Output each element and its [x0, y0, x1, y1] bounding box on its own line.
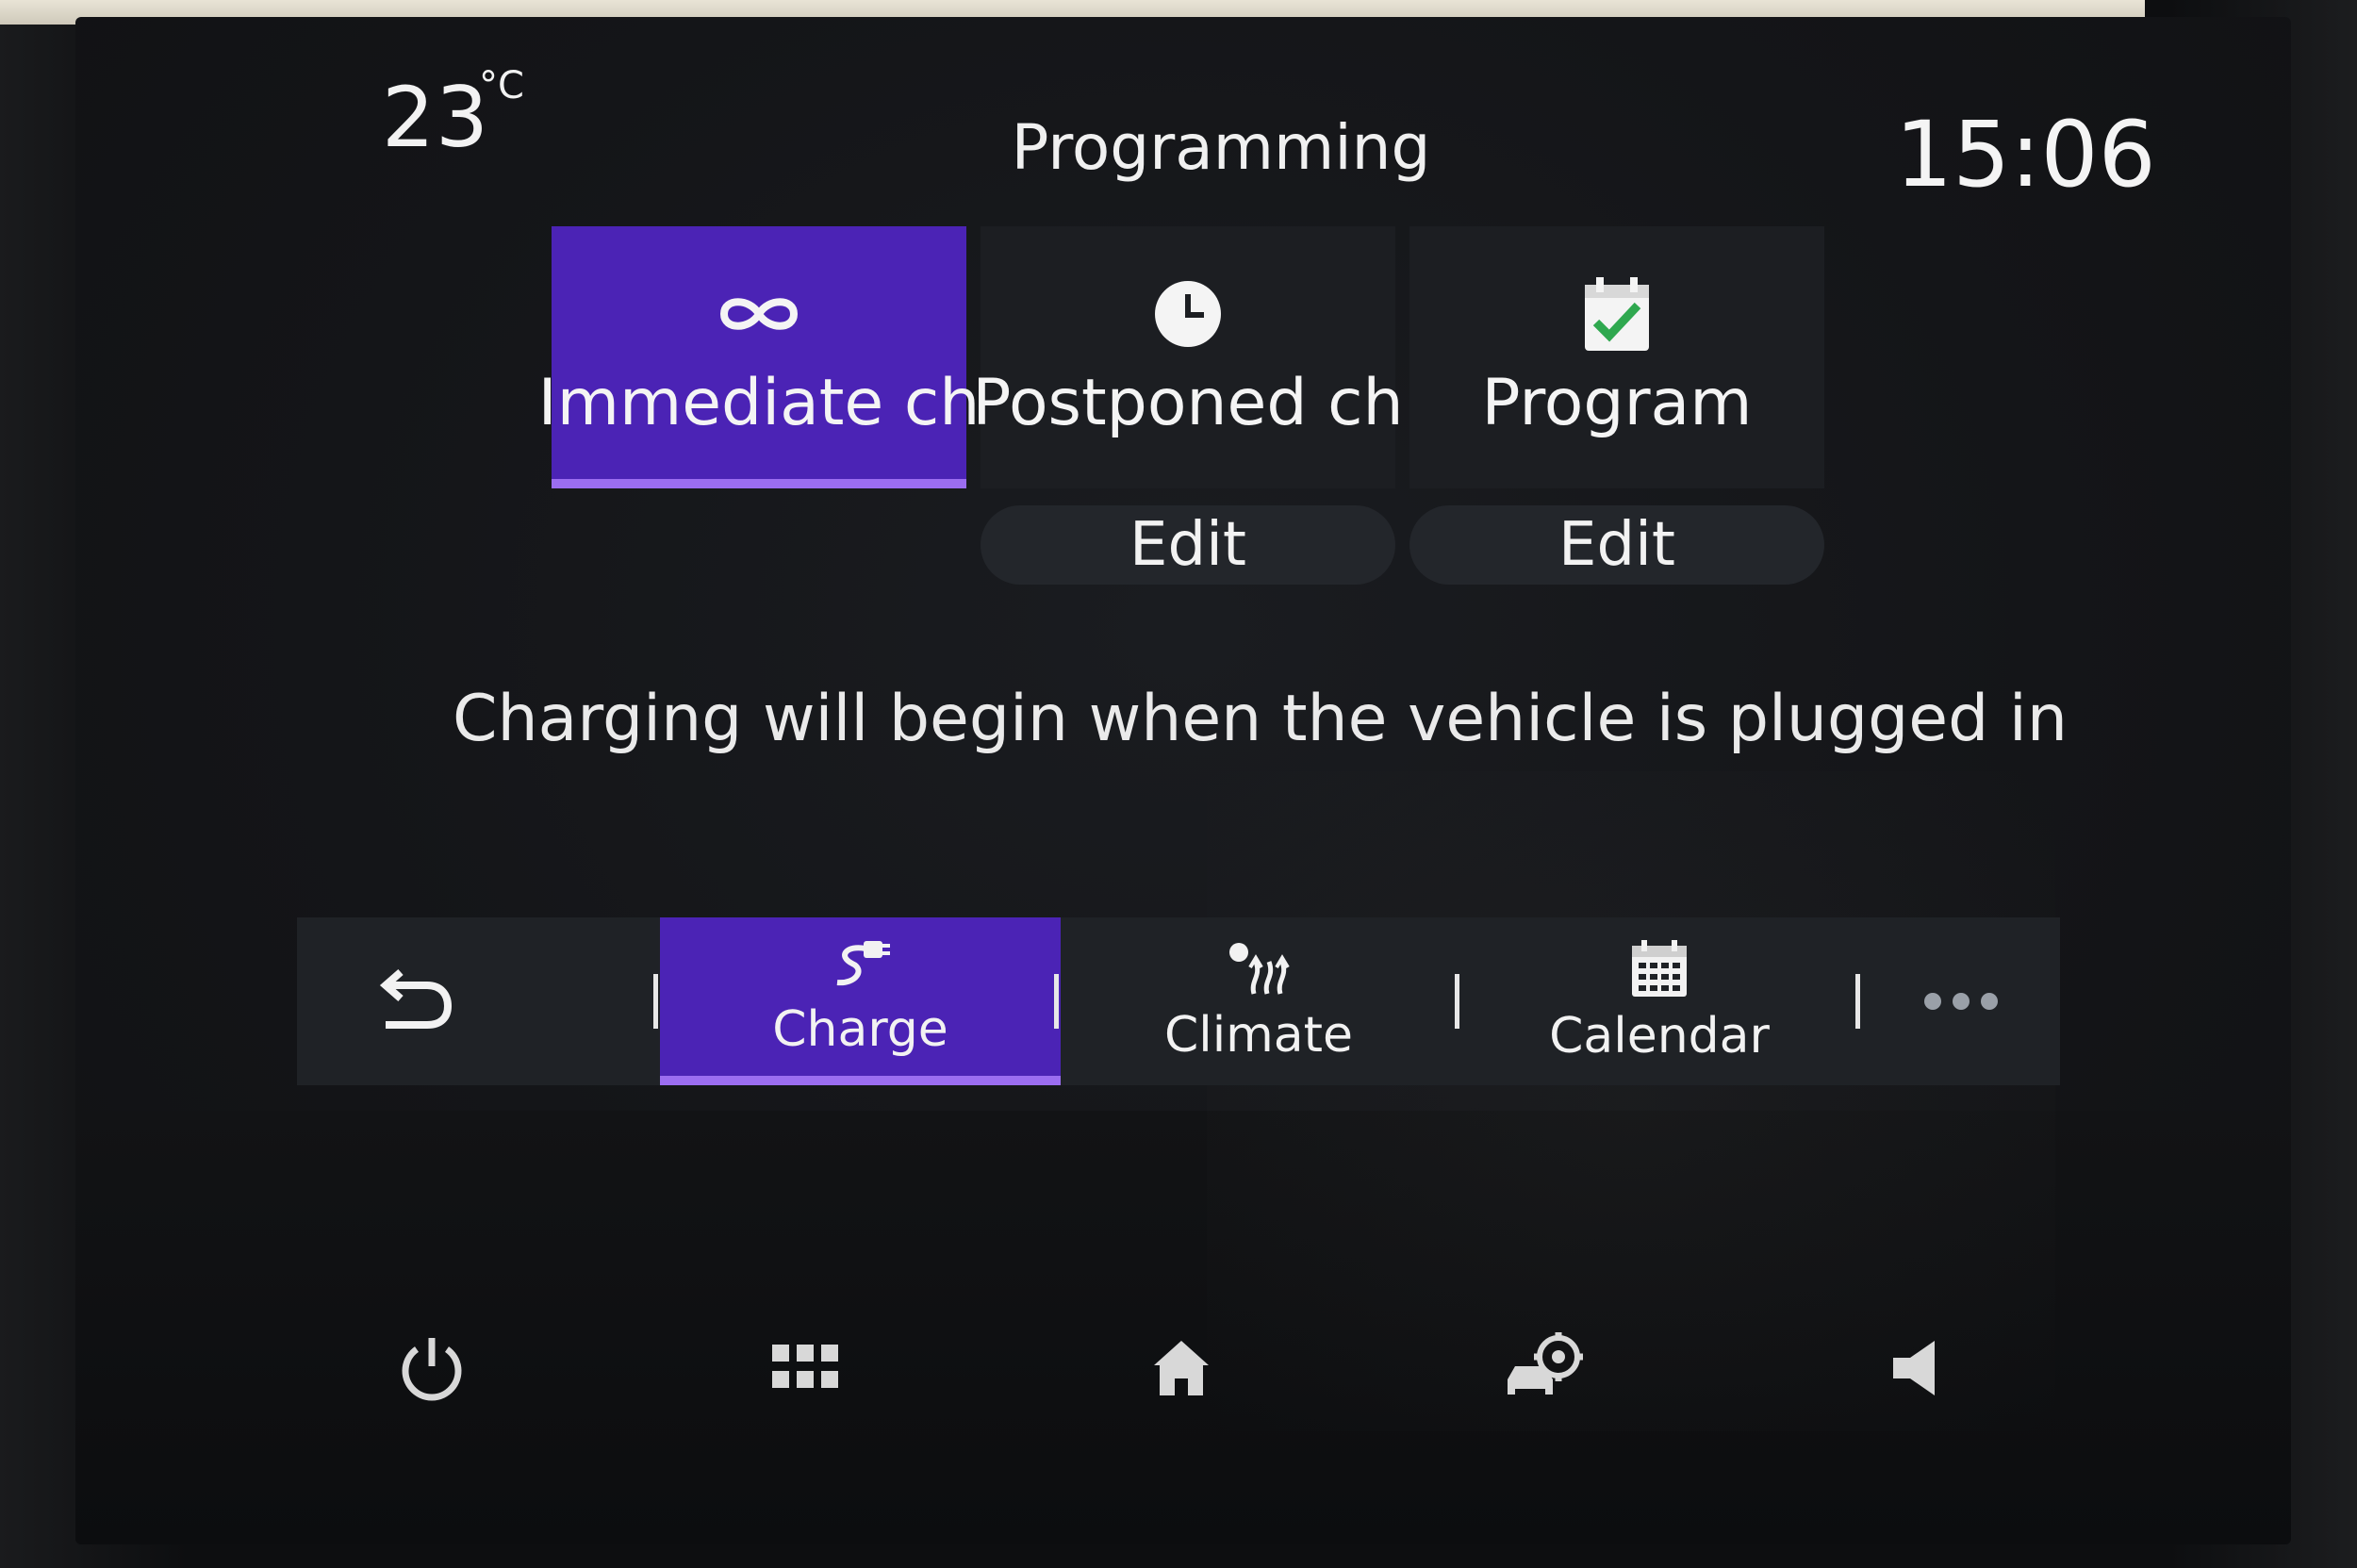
apps-button[interactable]	[764, 1328, 849, 1412]
mode-tab-immediate-charge[interactable]: Immediate ch	[538, 226, 980, 488]
mode-tab-label: Program	[1481, 366, 1753, 440]
tab-separator	[1855, 974, 1860, 1029]
volume-icon	[1889, 1337, 1942, 1403]
power-button[interactable]	[389, 1328, 474, 1412]
power-icon	[396, 1332, 468, 1408]
tab-charge[interactable]: Charge	[660, 917, 1061, 1085]
tab-climate-label: Climate	[1163, 1007, 1354, 1064]
volume-button[interactable]	[1873, 1328, 1958, 1412]
mode-tab-program[interactable]: Program	[1409, 226, 1824, 488]
tab-calendar[interactable]: Calendar	[1461, 917, 1857, 1085]
clock: 15:06	[1895, 102, 2156, 207]
tab-separator	[1455, 974, 1459, 1029]
car-settings-button[interactable]	[1502, 1328, 1587, 1412]
temperature-unit: °C	[479, 64, 524, 107]
home-button[interactable]	[1139, 1328, 1224, 1412]
infotainment-screen: 23 °C Programming 15:06 Immediate ch Pos…	[75, 17, 2291, 1544]
calendar-check-icon	[1583, 272, 1651, 356]
charging-status-message: Charging will begin when the vehicle is …	[453, 682, 2068, 756]
home-icon	[1150, 1337, 1212, 1403]
tab-calendar-label: Calendar	[1549, 1008, 1770, 1065]
tab-separator	[1054, 974, 1059, 1029]
climate-icon	[1226, 939, 1292, 1001]
program-edit-button[interactable]: Edit	[1409, 505, 1824, 585]
car-settings-icon	[1502, 1332, 1587, 1408]
more-button[interactable]	[1862, 917, 2060, 1085]
back-arrow-icon	[371, 966, 455, 1036]
calendar-icon	[1630, 938, 1689, 1002]
more-dots-icon	[1924, 993, 1998, 1010]
tab-climate[interactable]: Climate	[1061, 917, 1457, 1085]
mode-tab-postponed-charge[interactable]: Postponed ch	[972, 226, 1404, 488]
apps-grid-icon	[772, 1345, 840, 1395]
tab-separator	[653, 974, 658, 1029]
clock-icon	[1153, 272, 1223, 356]
charge-plug-icon	[828, 935, 894, 996]
bottom-tabbar: Charge Climate Calendar	[297, 917, 2060, 1085]
mode-tab-label: Immediate ch	[537, 366, 981, 440]
tab-charge-label: Charge	[772, 1001, 948, 1058]
postponed-edit-button[interactable]: Edit	[981, 505, 1395, 585]
mode-tab-label: Postponed ch	[972, 366, 1404, 440]
infinity-icon	[717, 272, 801, 356]
back-button[interactable]	[297, 917, 528, 1085]
